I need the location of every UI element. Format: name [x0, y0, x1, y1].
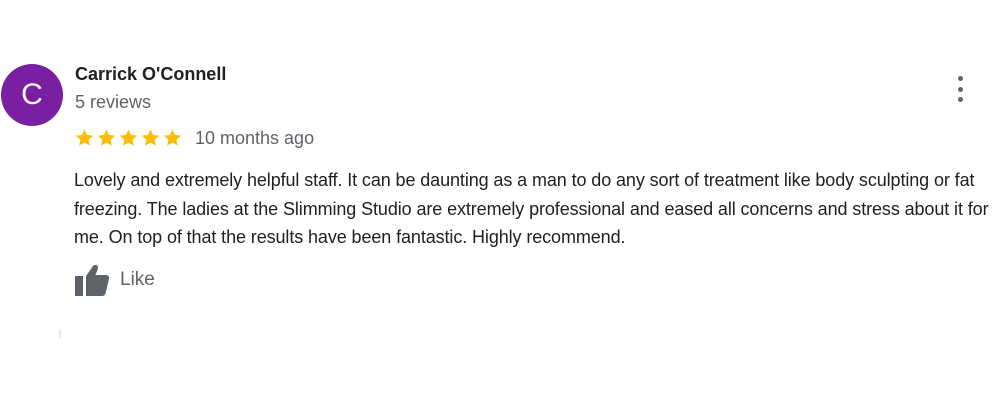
- like-label: Like: [120, 269, 155, 290]
- avatar[interactable]: C: [1, 64, 63, 126]
- star-rating: [74, 128, 183, 148]
- author-name[interactable]: Carrick O'Connell: [75, 64, 226, 85]
- more-vert-icon-dot: [957, 86, 963, 92]
- author-review-count[interactable]: 5 reviews: [75, 92, 151, 113]
- star-icon: [75, 129, 94, 146]
- like-button[interactable]: Like: [74, 262, 155, 298]
- star-icon: [97, 129, 116, 146]
- star-icon: [119, 129, 138, 146]
- more-options-button[interactable]: [946, 74, 974, 104]
- rating-row: 10 months ago: [74, 126, 314, 150]
- more-vert-icon-dot: [957, 97, 963, 102]
- review-card: C Carrick O'Connell 5 reviews 10 months …: [0, 0, 1000, 400]
- thumbs-up-icon: [75, 264, 110, 296]
- star-icon: [141, 129, 160, 146]
- review-time: 10 months ago: [195, 127, 315, 148]
- star-icon: [163, 129, 182, 146]
- more-vert-icon: [957, 76, 963, 81]
- divider-mark: [59, 330, 61, 338]
- review-text: Lovely and extremely helpful staff. It c…: [74, 170, 989, 247]
- avatar-letter: C: [21, 78, 43, 111]
